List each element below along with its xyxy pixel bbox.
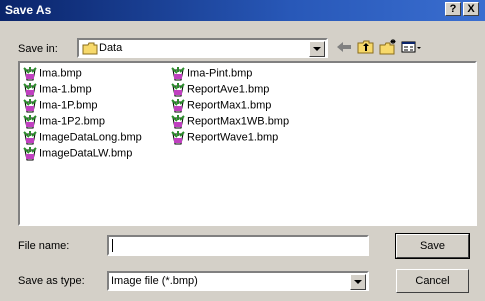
text-cursor (112, 239, 113, 252)
paint-image-file-icon (23, 131, 37, 145)
save-as-type-dropdown-button[interactable] (350, 274, 366, 290)
view-menu-button[interactable] (400, 38, 424, 56)
help-button[interactable]: ? (445, 2, 461, 16)
paint-image-file-icon (23, 83, 37, 97)
list-item[interactable]: ReportMax1.bmp (170, 98, 271, 114)
back-button[interactable] (334, 38, 354, 56)
save-in-dropdown-button[interactable] (309, 41, 325, 57)
save-button[interactable]: Save (395, 233, 470, 259)
file-name-label: File name: (18, 240, 70, 252)
save-as-type-value: Image file (*.bmp) (111, 275, 198, 287)
list-item[interactable]: ReportMax1WB.bmp (170, 114, 289, 130)
save-as-type-label: Save as type: (18, 275, 85, 287)
list-item[interactable]: Ima.bmp (22, 66, 82, 82)
paint-image-file-icon (171, 131, 185, 145)
list-item[interactable]: Ima-1.bmp (22, 82, 92, 98)
new-folder-button[interactable] (378, 38, 398, 56)
paint-image-file-icon (23, 147, 37, 161)
list-item[interactable]: Ima-Pint.bmp (170, 66, 252, 82)
paint-image-file-icon (171, 67, 185, 81)
paint-image-file-icon (23, 67, 37, 81)
window-title: Save As (5, 3, 52, 17)
list-item[interactable]: ImageDataLW.bmp (22, 146, 132, 162)
list-item[interactable]: ReportWave1.bmp (170, 130, 278, 146)
save-in-label: Save in: (18, 43, 58, 55)
title-bar[interactable]: Save As ? X (0, 0, 485, 21)
file-name-field[interactable] (107, 235, 369, 256)
paint-image-file-icon (23, 115, 37, 129)
paint-image-file-icon (171, 83, 185, 97)
up-folder-icon (357, 40, 374, 54)
list-item[interactable]: Ima-1P2.bmp (22, 114, 105, 130)
file-list[interactable]: Ima.bmp Ima-1.bmp Ima-1P.bmp Ima-1P2.bmp… (18, 61, 477, 226)
paint-image-file-icon (23, 99, 37, 113)
save-as-dialog: Save As ? X Save in: Data Ima.bmp Ima-1.… (0, 0, 485, 301)
save-in-value: Data (99, 42, 123, 54)
cancel-button[interactable]: Cancel (396, 269, 469, 293)
paint-image-file-icon (171, 99, 185, 113)
list-item[interactable]: Ima-1P.bmp (22, 98, 98, 114)
back-arrow-icon (337, 42, 351, 52)
close-button[interactable]: X (463, 2, 479, 16)
list-item[interactable]: ImageDataLong.bmp (22, 130, 142, 146)
save-in-combo[interactable]: Data (77, 38, 328, 58)
view-menu-icon (401, 41, 421, 53)
list-item[interactable]: ReportAve1.bmp (170, 82, 269, 98)
folder-icon (82, 42, 98, 55)
new-folder-icon (379, 39, 396, 55)
up-one-level-button[interactable] (356, 38, 376, 56)
save-as-type-combo[interactable]: Image file (*.bmp) (107, 271, 369, 291)
paint-image-file-icon (171, 115, 185, 129)
